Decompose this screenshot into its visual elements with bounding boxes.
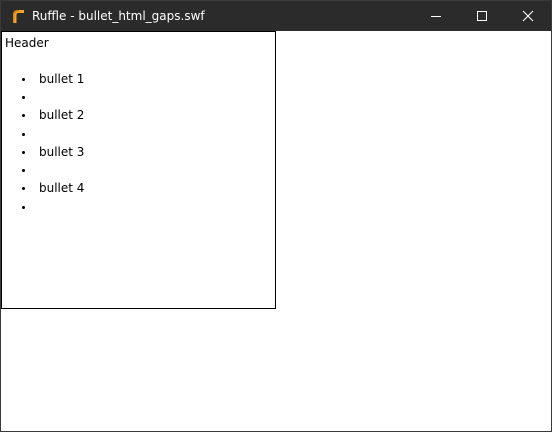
header-text: Header — [5, 36, 49, 50]
bullet-text: bullet 1 — [39, 72, 85, 86]
bullet-icon — [22, 133, 25, 136]
minimize-icon — [431, 16, 441, 17]
bullet-icon — [22, 151, 25, 154]
list-item: bullet 3 — [2, 144, 272, 160]
list-item — [2, 199, 272, 215]
html-text-field[interactable]: Header bullet 1 bullet 2 bullet 3 bullet… — [1, 31, 276, 309]
bullet-icon — [22, 78, 25, 81]
window-title: Ruffle - bullet_html_gaps.swf — [32, 9, 205, 23]
bullet-text: bullet 2 — [39, 108, 85, 122]
list-item: bullet 4 — [2, 180, 272, 196]
bullet-icon — [22, 187, 25, 190]
close-icon — [522, 10, 534, 22]
maximize-icon — [477, 11, 487, 21]
swf-stage[interactable]: Header bullet 1 bullet 2 bullet 3 bullet… — [1, 31, 551, 431]
bullet-icon — [22, 96, 25, 99]
list-item — [2, 89, 272, 105]
app-window: Ruffle - bullet_html_gaps.swf Header bul… — [0, 0, 552, 432]
close-button[interactable] — [505, 1, 551, 31]
bullet-text: bullet 4 — [39, 181, 85, 195]
minimize-button[interactable] — [413, 1, 459, 31]
list-item: bullet 1 — [2, 71, 272, 87]
bullet-icon — [22, 114, 25, 117]
list-item — [2, 126, 272, 142]
maximize-button[interactable] — [459, 1, 505, 31]
list-item: bullet 2 — [2, 107, 272, 123]
bullet-icon — [22, 206, 25, 209]
bullet-text: bullet 3 — [39, 145, 85, 159]
ruffle-logo-icon — [10, 8, 26, 24]
list-item — [2, 162, 272, 178]
title-bar[interactable]: Ruffle - bullet_html_gaps.swf — [1, 1, 551, 31]
bullet-icon — [22, 169, 25, 172]
